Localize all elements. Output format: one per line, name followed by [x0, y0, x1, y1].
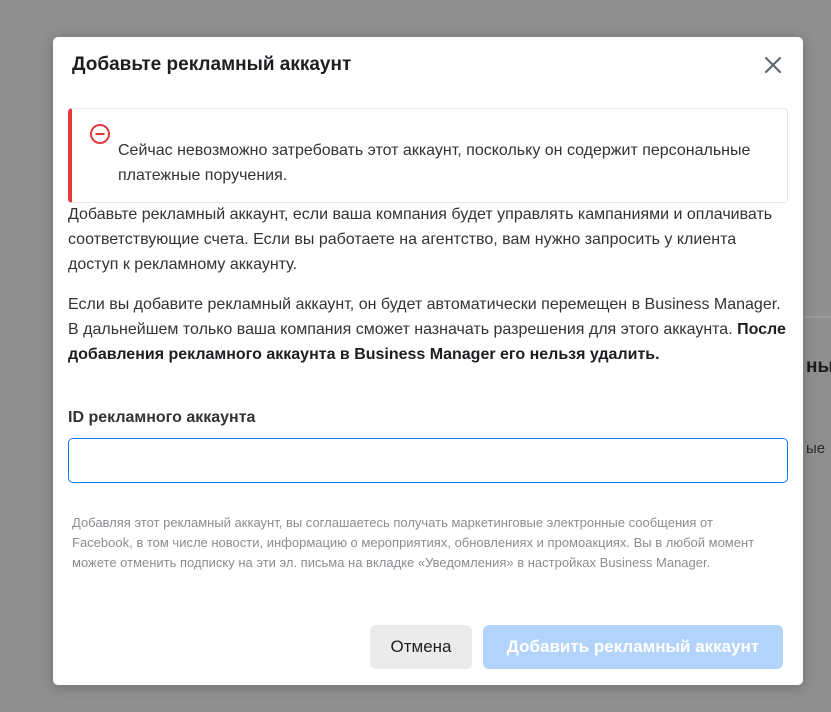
close-button[interactable]: [761, 53, 785, 77]
close-icon: [761, 53, 785, 77]
warning-paragraph: Если вы добавите рекламный аккаунт, он б…: [68, 292, 788, 367]
error-alert: Сейчас невозможно затребовать этот аккау…: [68, 108, 788, 203]
cancel-button[interactable]: Отмена: [370, 625, 472, 669]
minus-circle-icon: [89, 123, 111, 145]
add-ad-account-dialog: Добавьте рекламный аккаунт Сейчас невозм…: [53, 37, 803, 685]
ad-account-id-input[interactable]: [68, 438, 788, 483]
alert-message: Сейчас невозможно затребовать этот аккау…: [118, 142, 751, 184]
background-text-fragment: ые: [806, 440, 826, 457]
description-paragraph: Добавьте рекламный аккаунт, если ваша ко…: [68, 206, 773, 273]
warning-paragraph-text: Если вы добавите рекламный аккаунт, он б…: [68, 296, 781, 338]
background-heading-fragment: ны: [806, 356, 831, 377]
marketing-disclaimer: Добавляя этот рекламный аккаунт, вы согл…: [72, 515, 755, 570]
add-ad-account-button[interactable]: Добавить рекламный аккаунт: [483, 625, 783, 669]
ad-account-id-label: ID рекламного аккаунта: [68, 409, 256, 426]
dialog-title: Добавьте рекламный аккаунт: [72, 54, 352, 75]
